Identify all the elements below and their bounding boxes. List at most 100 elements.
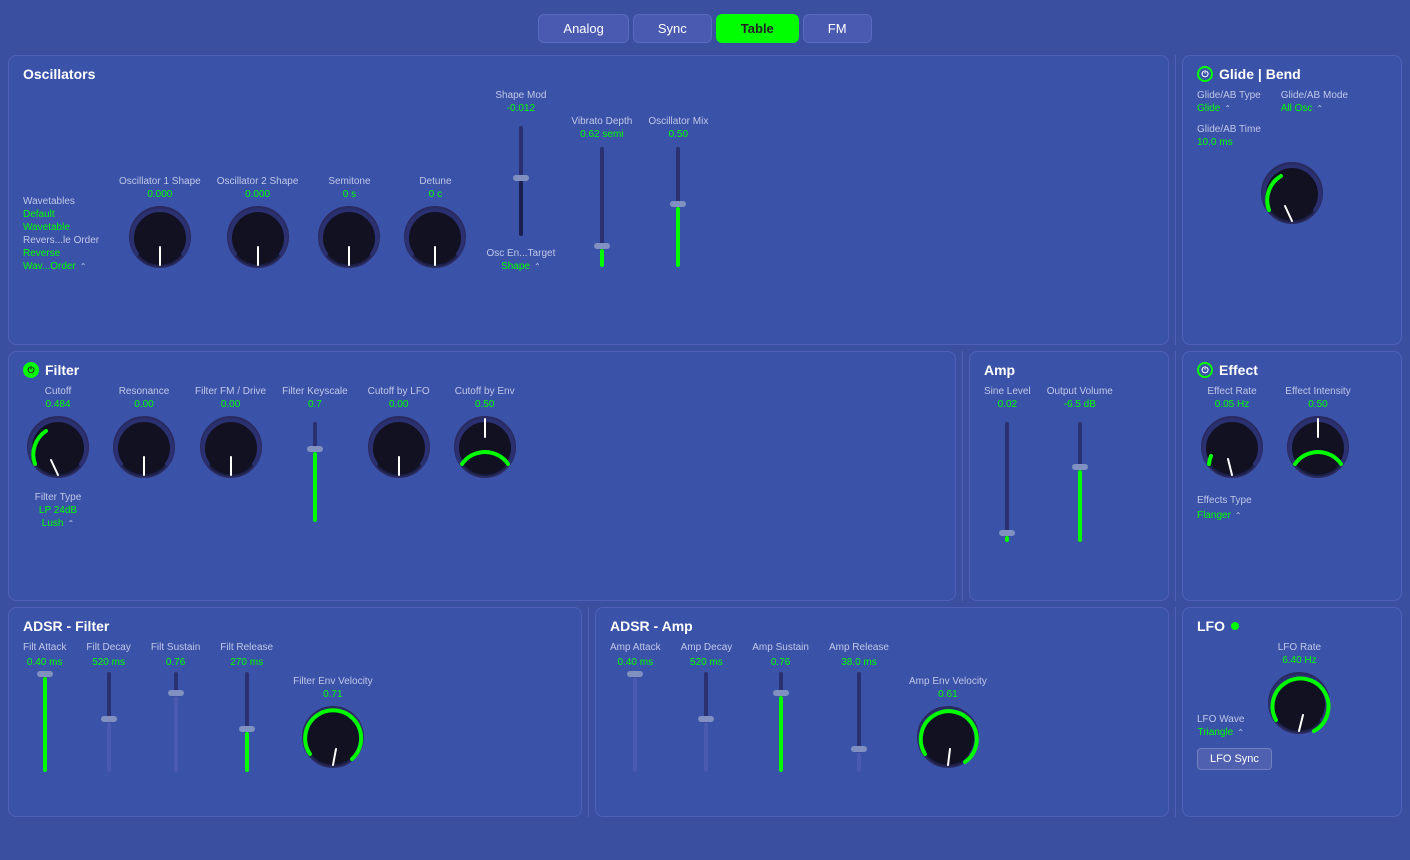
lfo-wave-value[interactable]: Triangle ⌃ (1197, 727, 1243, 738)
vibrato-depth-slider[interactable] (600, 147, 604, 267)
sine-level-group: Sine Level 0.02 (984, 386, 1031, 542)
resonance-label: Resonance (119, 386, 170, 397)
tab-table[interactable]: Table (716, 14, 799, 43)
filt-attack-slider[interactable] (43, 672, 47, 772)
filter-env-vel-label: Filter Env Velocity (293, 676, 372, 687)
amp-release-slider[interactable] (857, 672, 861, 772)
lfo-panel: LFO LFO Wave Triangle ⌃ LFO Rate (1182, 607, 1402, 817)
amp-decay-slider[interactable] (704, 672, 708, 772)
glide-time-knob[interactable] (1257, 158, 1327, 228)
lfo-sync-button[interactable]: LFO Sync (1197, 748, 1272, 770)
adsr-filter-header: ADSR - Filter (23, 618, 567, 634)
cutoff-knob[interactable] (23, 412, 93, 482)
filter-title: Filter (45, 362, 79, 378)
amp-attack-slider[interactable] (633, 672, 637, 772)
filt-sustain-slider[interactable] (174, 672, 178, 772)
filt-release-slider[interactable] (245, 672, 249, 772)
cutoff-label: Cutoff (45, 386, 72, 397)
middle-row: ⏻ Filter Cutoff 0.484 (8, 351, 1402, 601)
effect-intensity-group: Effect Intensity 0.50 (1283, 386, 1353, 482)
sine-level-label: Sine Level (984, 386, 1031, 397)
wavetables-value2[interactable]: Wavetable (23, 222, 103, 233)
vibrato-depth-group: Vibrato Depth 0.62 semi (571, 116, 632, 272)
glide-time-label: Glide/AB Time (1197, 124, 1387, 135)
semitone-knob[interactable] (314, 202, 384, 272)
amp-sustain-group: Amp Sustain 0.76 (752, 642, 809, 772)
osc-mix-slider[interactable] (676, 147, 680, 267)
amp-release-group: Amp Release 38.0 ms (829, 642, 889, 772)
filter-env-vel-group: Filter Env Velocity 0.71 (293, 676, 372, 772)
glide-row1: Glide/AB Type Glide ⌃ Glide/AB Mode All … (1197, 90, 1387, 114)
output-volume-slider[interactable] (1078, 422, 1082, 542)
filter-type-sub[interactable]: Lush ⌃ (42, 518, 74, 529)
resonance-knob[interactable] (109, 412, 179, 482)
tab-fm[interactable]: FM (803, 14, 872, 43)
glide-type-value[interactable]: Glide ⌃ (1197, 103, 1261, 114)
reverse-label: Revers...le Order (23, 235, 103, 246)
divider-top (1175, 55, 1176, 345)
effect-power-icon[interactable]: ⏻ (1197, 362, 1213, 378)
sine-level-slider[interactable] (1005, 422, 1009, 542)
tab-sync[interactable]: Sync (633, 14, 712, 43)
wavetables-value1[interactable]: Default (23, 209, 103, 220)
cutoff-value: 0.484 (45, 399, 70, 410)
tab-analog[interactable]: Analog (538, 14, 628, 43)
filt-attack-value: 0.40 ms (27, 657, 63, 668)
filter-controls: Cutoff 0.484 Filter (23, 386, 941, 529)
fm-drive-label: Filter FM / Drive (195, 386, 266, 397)
amp-sustain-label: Amp Sustain (752, 642, 809, 653)
glide-mode-item: Glide/AB Mode All Osc ⌃ (1281, 90, 1348, 114)
effect-rate-knob[interactable] (1197, 412, 1267, 482)
wav-order-value[interactable]: Wav...Order ⌃ (23, 261, 103, 272)
cutoff-env-knob[interactable] (450, 412, 520, 482)
glide-mode-value[interactable]: All Osc ⌃ (1281, 103, 1348, 114)
cutoff-lfo-knob[interactable] (364, 412, 434, 482)
effect-rate-label: Effect Rate (1207, 386, 1256, 397)
amp-attack-value: 0.40 ms (618, 657, 654, 668)
adsr-amp-header: ADSR - Amp (610, 618, 1154, 634)
effect-intensity-knob[interactable] (1283, 412, 1353, 482)
lfo-title: LFO (1197, 618, 1225, 634)
amp-decay-group: Amp Decay 520 ms (681, 642, 733, 772)
detune-knob[interactable] (400, 202, 470, 272)
cutoff-env-label: Cutoff by Env (455, 386, 515, 397)
amp-sustain-slider[interactable] (779, 672, 783, 772)
keyscale-group: Filter Keyscale 0.7 (282, 386, 348, 522)
amp-decay-value: 520 ms (690, 657, 723, 668)
keyscale-slider[interactable] (313, 422, 317, 522)
filter-power-icon[interactable]: ⏻ (23, 362, 39, 378)
filter-env-vel-knob[interactable] (298, 702, 368, 772)
effects-type-section: Effects Type Flanger ⌃ (1197, 490, 1387, 521)
filt-sustain-value: 0.76 (166, 657, 185, 668)
fm-drive-knob[interactable] (196, 412, 266, 482)
amp-release-value: 38.0 ms (841, 657, 877, 668)
divider-mid1 (962, 351, 963, 601)
amp-title: Amp (984, 362, 1015, 378)
filt-attack-label: Filt Attack (23, 642, 66, 653)
effect-panel: ⏻ Effect Effect Rate 0.05 Hz (1182, 351, 1402, 601)
lfo-rate-value: 6.40 Hz (1282, 655, 1316, 666)
filt-release-label: Filt Release (220, 642, 273, 653)
filter-type-value[interactable]: LP 24dB (39, 505, 77, 516)
glide-time-item: Glide/AB Time 10.0 ms (1197, 124, 1387, 148)
osc-mix-group: Oscillator Mix 0.50 (648, 116, 708, 272)
top-row: Oscillators Wavetables Default Wavetable… (8, 55, 1402, 345)
effects-type-value[interactable]: Flanger ⌃ (1197, 510, 1387, 521)
resonance-group: Resonance 0.00 (109, 386, 179, 482)
amp-attack-group: Amp Attack 0.40 ms (610, 642, 661, 772)
detune-label: Detune (419, 176, 451, 187)
keyscale-value: 0.7 (308, 399, 322, 410)
amp-attack-label: Amp Attack (610, 642, 661, 653)
lfo-rate-knob[interactable] (1264, 668, 1334, 738)
filt-decay-slider[interactable] (107, 672, 111, 772)
sine-level-value: 0.02 (998, 399, 1017, 410)
vibrato-depth-value: 0.62 semi (580, 129, 623, 140)
cutoff-env-group: Cutoff by Env 0.50 (450, 386, 520, 482)
amp-env-vel-knob[interactable] (913, 702, 983, 772)
osc1-shape-knob[interactable] (125, 202, 195, 272)
glide-power-icon[interactable]: ⏻ (1197, 66, 1213, 82)
reverse-value[interactable]: Reverse (23, 248, 103, 259)
shape-mod-slider[interactable] (519, 126, 523, 236)
osc2-shape-knob[interactable] (223, 202, 293, 272)
effect-title: Effect (1219, 362, 1258, 378)
